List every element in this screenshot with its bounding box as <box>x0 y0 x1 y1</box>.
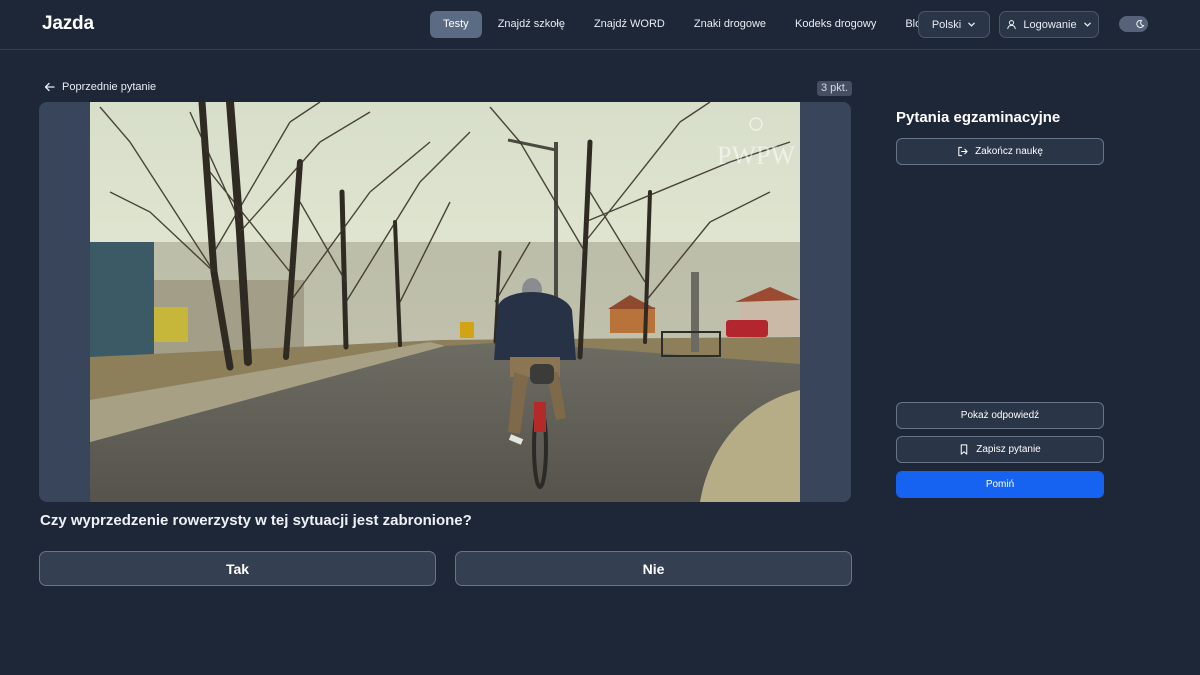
question-text: Czy wyprzedzenie rowerzysty w tej sytuac… <box>40 512 472 529</box>
points-badge: 3 pkt. <box>817 81 852 96</box>
nav-item-kodeks-drogowy[interactable]: Kodeks drogowy <box>782 11 889 38</box>
top-navbar: Jazda Testy Znajdź szkołę Znajdź WORD Zn… <box>0 0 1200 50</box>
nav-item-znajdz-word[interactable]: Znajdź WORD <box>581 11 678 38</box>
login-label: Logowanie <box>1023 18 1077 31</box>
end-learning-button[interactable]: Zakończ naukę <box>896 138 1104 165</box>
language-dropdown[interactable]: Polski <box>918 11 990 38</box>
save-question-label: Zapisz pytanie <box>976 444 1041 455</box>
question-image: PWPW <box>90 102 800 502</box>
chevron-down-icon <box>968 22 976 27</box>
answer-no-button[interactable]: Nie <box>455 551 852 586</box>
exit-icon <box>958 146 968 157</box>
save-question-button[interactable]: Zapisz pytanie <box>896 436 1104 463</box>
moon-icon <box>1133 17 1147 31</box>
show-answer-button[interactable]: Pokaż odpowiedź <box>896 402 1104 429</box>
answer-yes-button[interactable]: Tak <box>39 551 436 586</box>
logo-text: Jazda <box>42 13 94 34</box>
previous-question-label: Poprzednie pytanie <box>62 81 157 93</box>
logo[interactable]: Jazda <box>42 12 94 36</box>
user-icon <box>1007 20 1017 30</box>
chevron-down-icon <box>1083 22 1091 27</box>
question-media: PWPW <box>39 102 851 502</box>
arrow-left-icon <box>44 82 55 92</box>
end-learning-label: Zakończ naukę <box>975 146 1043 157</box>
theme-toggle[interactable] <box>1119 16 1148 32</box>
nav-item-znaki-drogowe[interactable]: Znaki drogowe <box>681 11 779 38</box>
nav-item-znajdz-szkole[interactable]: Znajdź szkołę <box>485 11 578 38</box>
language-label: Polski <box>931 18 962 31</box>
bookmark-icon <box>960 444 968 455</box>
login-dropdown[interactable]: Logowanie <box>999 11 1099 38</box>
watermark-text: PWPW <box>717 141 795 170</box>
skip-button[interactable]: Pomiń <box>896 471 1104 498</box>
sidebar-title: Pytania egzaminacyjne <box>896 109 1061 126</box>
nav-item-testy[interactable]: Testy <box>430 11 482 38</box>
main-nav: Testy Znajdź szkołę Znajdź WORD Znaki dr… <box>430 11 940 38</box>
previous-question-link[interactable]: Poprzednie pytanie <box>44 81 156 93</box>
